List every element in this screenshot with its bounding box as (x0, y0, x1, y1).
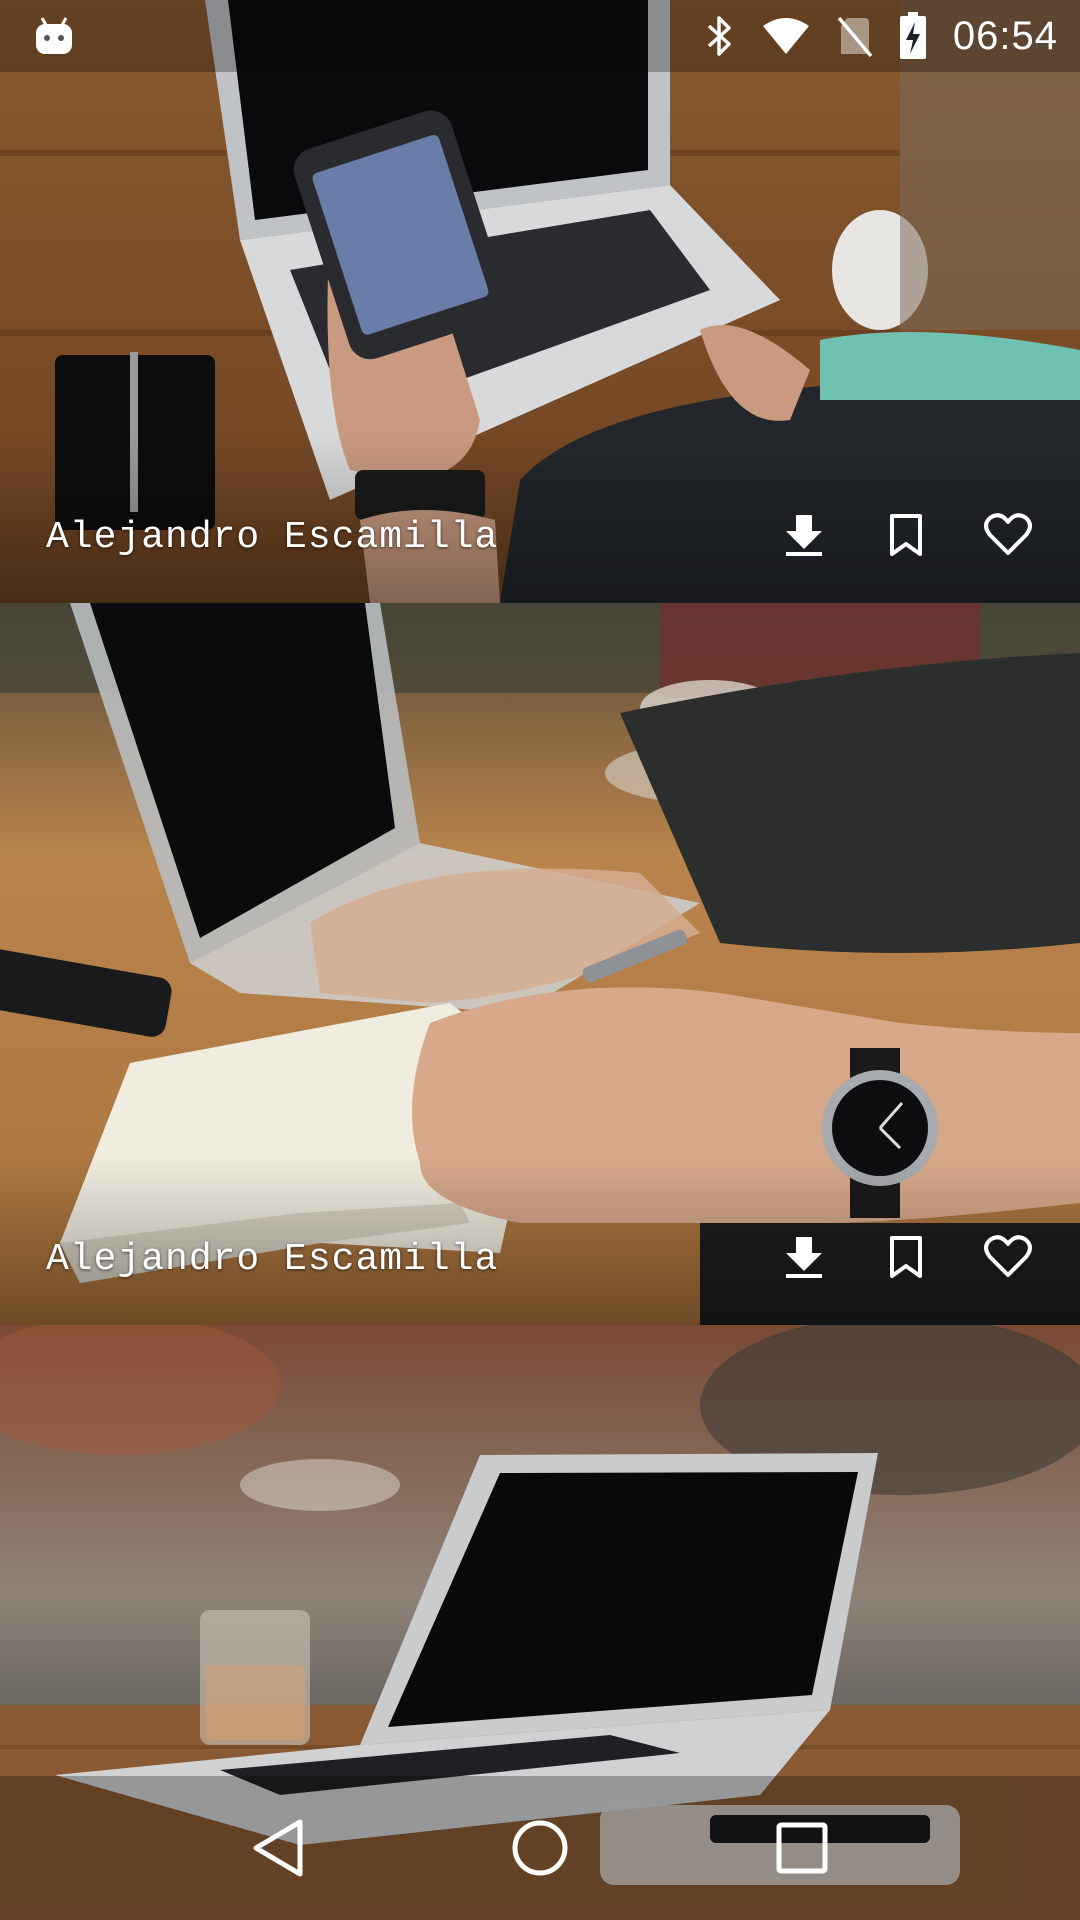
photo-actions (774, 1227, 1038, 1287)
author-name: Alejandro Escamilla (46, 516, 499, 559)
back-icon[interactable] (242, 1812, 314, 1884)
android-notification-icon (32, 14, 76, 58)
wifi-icon (761, 16, 811, 56)
bluetooth-icon (705, 14, 735, 58)
clock: 06:54 (952, 13, 1058, 58)
heart-icon[interactable] (978, 505, 1038, 565)
download-icon[interactable] (774, 505, 834, 565)
bookmark-icon[interactable] (876, 1227, 936, 1287)
screen: 06:54 Alejandro Escamilla Alejandro Esca… (0, 0, 1080, 1920)
home-icon[interactable] (504, 1812, 576, 1884)
photo-card[interactable]: Alejandro Escamilla (0, 603, 1080, 1325)
photo-card[interactable]: Alejandro Escamilla (0, 0, 1080, 603)
photo-actions (774, 505, 1038, 565)
no-sim-icon (837, 14, 873, 58)
bookmark-icon[interactable] (876, 505, 936, 565)
navigation-bar (0, 1776, 1080, 1920)
download-icon[interactable] (774, 1227, 834, 1287)
recents-icon[interactable] (766, 1812, 838, 1884)
heart-icon[interactable] (978, 1227, 1038, 1287)
battery-charging-icon (899, 12, 927, 60)
status-bar: 06:54 (0, 0, 1080, 72)
author-name: Alejandro Escamilla (46, 1238, 499, 1281)
